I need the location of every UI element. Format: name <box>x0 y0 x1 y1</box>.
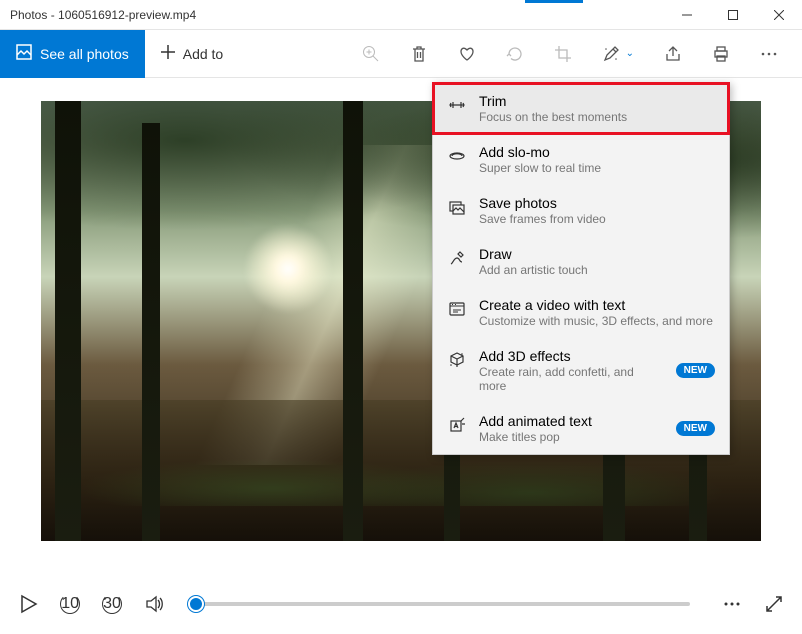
menu-title: Draw <box>479 246 715 262</box>
edit-dropdown: Trim Focus on the best moments Add slo-m… <box>432 82 730 455</box>
menu-item-animated-text[interactable]: Add animated text Make titles pop NEW <box>433 403 729 454</box>
toolbar: See all photos Add to ⌄ <box>0 30 802 78</box>
3d-effects-icon <box>447 350 467 370</box>
see-all-label: See all photos <box>40 46 129 62</box>
skip-forward-button[interactable]: 30 <box>102 594 122 614</box>
menu-sub: Save frames from video <box>479 212 715 226</box>
plus-icon <box>161 45 175 62</box>
save-photos-icon <box>447 197 467 217</box>
animated-text-icon <box>447 415 467 435</box>
menu-sub: Super slow to real time <box>479 161 715 175</box>
menu-title: Create a video with text <box>479 297 715 313</box>
video-text-icon <box>447 299 467 319</box>
timeline-thumb[interactable] <box>188 596 204 612</box>
timeline-slider[interactable] <box>196 602 690 606</box>
menu-item-draw[interactable]: Draw Add an artistic touch <box>433 236 729 287</box>
see-all-photos-button[interactable]: See all photos <box>0 30 145 78</box>
favorite-icon[interactable] <box>458 45 476 63</box>
volume-button[interactable] <box>144 594 164 614</box>
minimize-button[interactable] <box>664 0 710 30</box>
window-active-indicator <box>525 0 583 3</box>
skip-back-button[interactable]: 10 <box>60 594 80 614</box>
add-to-button[interactable]: Add to <box>145 30 239 78</box>
close-button[interactable] <box>756 0 802 30</box>
menu-title: Trim <box>479 93 715 109</box>
add-to-label: Add to <box>183 46 223 62</box>
crop-icon[interactable] <box>554 45 572 63</box>
print-icon[interactable] <box>712 45 730 63</box>
menu-item-video-text[interactable]: Create a video with text Customize with … <box>433 287 729 338</box>
maximize-button[interactable] <box>710 0 756 30</box>
slomo-icon <box>447 146 467 166</box>
menu-title: Add 3D effects <box>479 348 664 364</box>
titlebar: Photos - 1060516912-preview.mp4 <box>0 0 802 30</box>
more-playback-icon[interactable] <box>722 594 742 614</box>
new-badge: NEW <box>676 363 715 378</box>
menu-item-trim[interactable]: Trim Focus on the best moments <box>433 83 729 134</box>
play-button[interactable] <box>18 594 38 614</box>
menu-sub: Add an artistic touch <box>479 263 715 277</box>
more-icon[interactable] <box>760 45 778 63</box>
fullscreen-button[interactable] <box>764 594 784 614</box>
rotate-icon[interactable] <box>506 45 524 63</box>
menu-sub: Focus on the best moments <box>479 110 715 124</box>
menu-item-3d-effects[interactable]: Add 3D effects Create rain, add confetti… <box>433 338 729 403</box>
menu-sub: Make titles pop <box>479 430 664 444</box>
playback-controls: 10 30 <box>0 574 802 634</box>
menu-title: Add animated text <box>479 413 664 429</box>
draw-icon <box>447 248 467 268</box>
menu-sub: Create rain, add confetti, and more <box>479 365 664 393</box>
window-title: Photos - 1060516912-preview.mp4 <box>10 8 664 22</box>
delete-icon[interactable] <box>410 45 428 63</box>
new-badge: NEW <box>676 421 715 436</box>
menu-item-save-photos[interactable]: Save photos Save frames from video <box>433 185 729 236</box>
menu-title: Save photos <box>479 195 715 211</box>
photos-icon <box>16 44 32 63</box>
chevron-down-icon: ⌄ <box>626 48 634 59</box>
zoom-icon[interactable] <box>362 45 380 63</box>
trim-icon <box>447 95 467 115</box>
menu-sub: Customize with music, 3D effects, and mo… <box>479 314 715 328</box>
menu-item-slomo[interactable]: Add slo-mo Super slow to real time <box>433 134 729 185</box>
menu-title: Add slo-mo <box>479 144 715 160</box>
share-icon[interactable] <box>664 45 682 63</box>
edit-menu-button[interactable]: ⌄ <box>602 45 634 63</box>
